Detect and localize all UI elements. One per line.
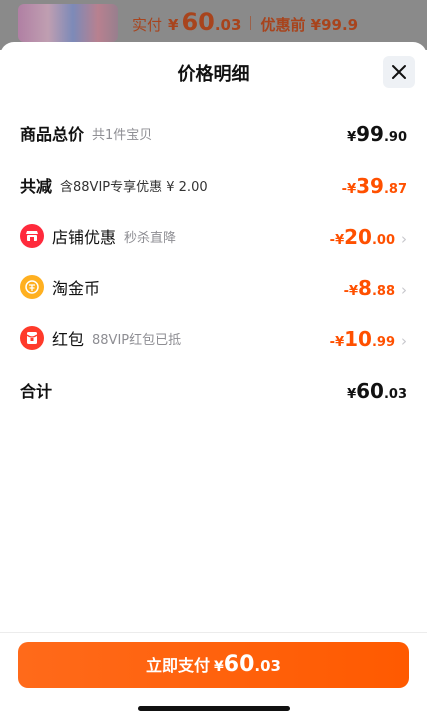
- sheet-title: 价格明细: [177, 64, 250, 85]
- coin-icon: [20, 275, 44, 299]
- red-packet-amount: -¥ 10 .99 ›: [330, 323, 407, 353]
- pay-button-label: 立即支付: [146, 656, 211, 675]
- paid-decimal: .03: [214, 16, 242, 34]
- subtotal-amount: ¥ 99 .90: [347, 118, 407, 148]
- currency-symbol: -¥: [343, 284, 359, 299]
- currency-symbol: ¥: [347, 387, 357, 402]
- currency-symbol: ¥: [347, 130, 357, 145]
- home-indicator: [138, 706, 290, 711]
- amount-decimal: .88: [371, 284, 395, 299]
- total-amount: ¥ 60 .03: [347, 375, 407, 405]
- subtotal-count: 共1件宝贝: [92, 127, 153, 143]
- red-packet-note: 88VIP红包已抵: [92, 332, 182, 348]
- taojinbi-label: 淘金币: [52, 279, 101, 298]
- amount-integer: 20: [344, 225, 372, 249]
- currency-symbol: -¥: [341, 182, 357, 197]
- shop-discount-label: 店铺优惠: [52, 228, 117, 247]
- paid-integer: 60: [181, 8, 215, 36]
- banner-price-line: 实付 ¥ 60 .03 优惠前 ¥99.9: [132, 8, 358, 36]
- amount-decimal: .87: [383, 182, 407, 197]
- product-thumbnail: [18, 4, 118, 42]
- row-shop-discount[interactable]: 店铺优惠 秒杀直降 -¥ 20 .00 ›: [20, 221, 407, 251]
- total-discount-label: 共减: [20, 177, 53, 196]
- paid-currency: ¥: [168, 16, 179, 34]
- amount-integer: 10: [344, 327, 372, 351]
- row-red-packet[interactable]: 红包 88VIP红包已抵 -¥ 10 .99 ›: [20, 323, 407, 353]
- chevron-right-icon: ›: [401, 230, 407, 248]
- amount-decimal: .90: [383, 130, 407, 145]
- red-packet-icon: [20, 326, 44, 350]
- row-total: 合计 ¥ 60 .03: [20, 375, 407, 405]
- red-packet-label: 红包: [52, 330, 85, 349]
- taojinbi-amount: -¥ 8 .88 ›: [344, 272, 407, 302]
- shop-discount-amount: -¥ 20 .00 ›: [330, 221, 407, 251]
- banner-divider: [250, 16, 252, 30]
- shop-icon: [20, 224, 44, 248]
- currency-symbol: -¥: [329, 335, 345, 350]
- close-button[interactable]: [383, 56, 415, 88]
- currency-symbol: -¥: [329, 233, 345, 248]
- chevron-right-icon: ›: [401, 332, 407, 350]
- amount-integer: 60: [356, 379, 384, 403]
- pay-button-currency: ¥: [214, 659, 224, 675]
- row-subtotal: 商品总价 共1件宝贝 ¥ 99 .90: [20, 118, 407, 148]
- close-icon: [392, 65, 406, 79]
- amount-integer: 99: [356, 122, 384, 146]
- amount-decimal: .00: [371, 233, 395, 248]
- total-label: 合计: [20, 382, 53, 401]
- amount-integer: 39: [356, 174, 384, 198]
- pay-button-integer: 60: [223, 652, 255, 677]
- row-taojinbi[interactable]: 淘金币 -¥ 8 .88 ›: [20, 272, 407, 302]
- pay-button-decimal: .03: [254, 657, 281, 675]
- price-before-discount: 优惠前 ¥99.9: [260, 16, 359, 34]
- paid-label: 实付: [132, 16, 163, 34]
- amount-integer: 8: [358, 276, 372, 300]
- total-discount-note: 含88VIP专享优惠 ¥ 2.00: [60, 179, 208, 195]
- price-detail-sheet: 价格明细 商品总价 共1件宝贝 ¥ 99 .90 共减 含88VIP专享优惠 ¥…: [0, 42, 427, 720]
- pay-now-button[interactable]: 立即支付 ¥ 60 .03: [18, 642, 409, 688]
- amount-decimal: .03: [383, 387, 407, 402]
- amount-decimal: .99: [371, 335, 395, 350]
- chevron-right-icon: ›: [401, 281, 407, 299]
- footer-divider: [0, 632, 427, 633]
- shop-discount-note: 秒杀直降: [124, 230, 177, 246]
- total-discount-amount: -¥ 39 .87: [342, 170, 407, 200]
- subtotal-label: 商品总价: [20, 125, 85, 144]
- row-total-discount: 共减 含88VIP专享优惠 ¥ 2.00 -¥ 39 .87: [20, 170, 407, 200]
